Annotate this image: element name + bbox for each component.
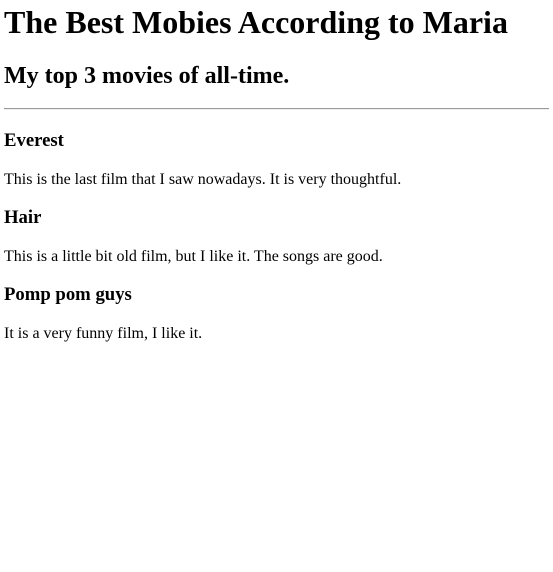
page-content: The Best Mobies According to Maria My to… [0,4,553,343]
movie-entry: Pomp pom guys It is a very funny film, I… [4,284,549,343]
page-title: The Best Mobies According to Maria [4,4,508,40]
movie-title: Everest [4,130,64,151]
movie-entry: Everest This is the last film that I saw… [4,130,549,189]
movie-title: Pomp pom guys [4,284,132,305]
movie-description: This is a little bit old film, but I lik… [4,248,383,265]
page-subtitle: My top 3 movies of all-time. [4,63,290,89]
movie-entry: Hair This is a little bit old film, but … [4,207,549,266]
movie-title: Hair [4,207,42,228]
movie-description: It is a very funny film, I like it. [4,325,203,342]
divider [4,108,549,110]
movie-description: This is the last film that I saw nowaday… [4,171,402,188]
